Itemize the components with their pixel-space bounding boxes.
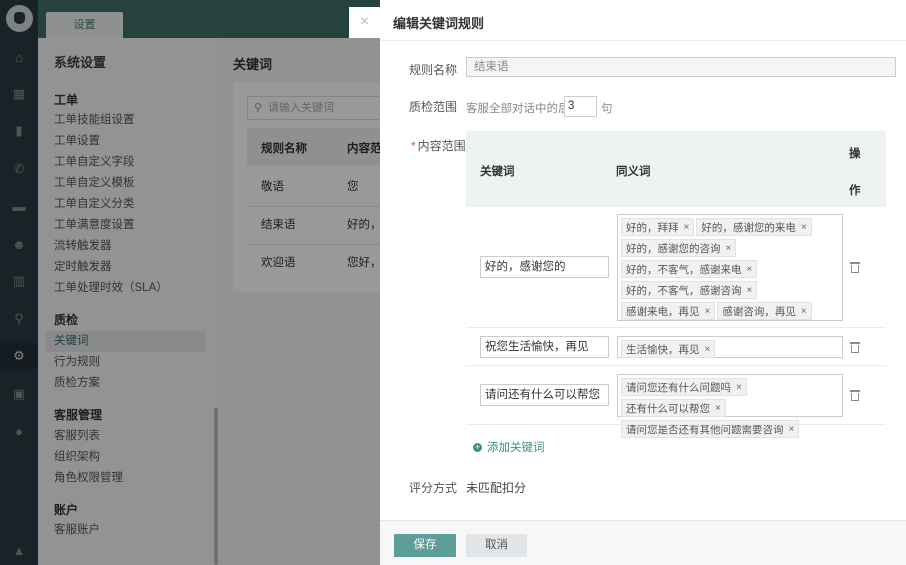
synonym-column-header: 同义词: [616, 166, 651, 178]
save-button[interactable]: 保存: [394, 534, 456, 557]
scoring-label: 评分方式: [409, 481, 458, 495]
scoring-value: 未匹配扣分: [466, 481, 527, 495]
synonym-tag-input[interactable]: 好的，拜拜 × 好的，感谢您的来电 × 好的，感谢您的咨询 × 好的，不客气，感谢来电…: [617, 214, 843, 321]
tag-remove-icon[interactable]: ×: [715, 403, 721, 414]
synonym-tag: 好的，感谢您的咨询 ×: [621, 239, 737, 257]
sentence-count-input[interactable]: 3: [564, 96, 597, 117]
synonym-tag: 生活愉快，再见 ×: [621, 340, 716, 358]
rule-name-input[interactable]: 结束语: [466, 57, 896, 77]
edit-keyword-rule-dialog: 编辑关键词规则 规则名称 结束语 质检范围 客服全部对话中的后 3 句 * 内容范…: [380, 0, 906, 565]
tag-remove-icon[interactable]: ×: [705, 344, 711, 355]
tag-remove-icon[interactable]: ×: [801, 306, 807, 317]
content-scope-text: 内容范围: [417, 139, 466, 153]
add-keyword-label: 添加关键词: [487, 442, 545, 454]
keyword-input[interactable]: 祝您生活愉快，再见: [480, 336, 609, 358]
tag-remove-icon[interactable]: ×: [726, 243, 732, 254]
tag-remove-icon[interactable]: ×: [736, 382, 742, 393]
required-mark: *: [411, 139, 416, 153]
row-divider: [466, 365, 886, 366]
action-column-header: 作: [849, 185, 861, 197]
action-column-header: 操: [849, 148, 861, 160]
synonym-tag: 感谢咨询，再见 ×: [717, 302, 812, 320]
synonym-tag-text: 好的，不客气，感谢咨询: [626, 284, 742, 297]
synonym-tag: 请问您还有什么问题吗 ×: [621, 378, 747, 396]
synonym-tag-input[interactable]: 生活愉快，再见 ×: [617, 336, 843, 358]
synonym-tag-text: 感谢咨询，再见: [722, 305, 796, 318]
scope-suffix: 句: [601, 103, 613, 115]
synonym-tag-text: 好的，感谢您的来电: [701, 221, 796, 234]
tag-remove-icon[interactable]: ×: [747, 264, 753, 275]
synonym-tag-text: 生活愉快，再见: [626, 343, 700, 356]
synonym-tag-text: 好的，感谢您的咨询: [626, 242, 721, 255]
keyword-column-header: 关键词: [480, 166, 515, 178]
synonym-tag: 感谢来电，再见 ×: [621, 302, 716, 320]
synonym-tag: 还有什么可以帮您 ×: [621, 399, 726, 417]
rule-name-label: 规则名称: [409, 63, 458, 77]
synonym-tag-text: 好的，拜拜: [626, 221, 679, 234]
synonym-tag-input[interactable]: 请问您还有什么问题吗 × 还有什么可以帮您 × 请问您是否还有其他问题需要咨询 ×: [617, 374, 843, 438]
keyword-table-header: 关键词 同义词 操 作: [466, 131, 886, 207]
synonym-tag-text: 还有什么可以帮您: [626, 402, 710, 415]
delete-trash-icon[interactable]: [850, 390, 860, 401]
synonym-tag-text: 请问您还有什么问题吗: [626, 381, 731, 394]
close-icon[interactable]: ×: [349, 7, 380, 38]
delete-trash-icon[interactable]: [850, 262, 860, 273]
delete-trash-icon[interactable]: [850, 342, 860, 353]
cancel-button[interactable]: 取消: [466, 534, 527, 557]
keyword-input[interactable]: 好的，感谢您的: [480, 256, 609, 278]
tag-remove-icon[interactable]: ×: [789, 424, 795, 435]
synonym-tag: 好的，拜拜 ×: [621, 218, 695, 236]
dialog-footer: [380, 520, 906, 565]
synonym-tag-text: 感谢来电，再见: [626, 305, 700, 318]
tag-remove-icon[interactable]: ×: [684, 222, 690, 233]
row-divider: [466, 327, 886, 328]
keyword-input[interactable]: 请问还有什么可以帮您: [480, 384, 609, 406]
plus-circle-icon: +: [473, 441, 482, 452]
synonym-tag: 好的，感谢您的来电 ×: [696, 218, 812, 236]
content-scope-label: * 内容范围: [411, 137, 466, 154]
synonym-tag: 好的，不客气，感谢来电 ×: [621, 260, 758, 278]
dialog-title: 编辑关键词规则: [393, 16, 485, 31]
tag-remove-icon[interactable]: ×: [801, 222, 807, 233]
scope-label: 质检范围: [409, 100, 458, 114]
add-keyword-button[interactable]: + 添加关键词: [473, 439, 545, 455]
row-divider: [466, 424, 886, 425]
scope-prefix: 客服全部对话中的后: [466, 103, 570, 115]
synonym-tag: 请问您是否还有其他问题需要咨询 ×: [621, 420, 800, 438]
synonym-tag: 好的，不客气，感谢咨询 ×: [621, 281, 758, 299]
synonym-tag-text: 好的，不客气，感谢来电: [626, 263, 742, 276]
tag-remove-icon[interactable]: ×: [747, 285, 753, 296]
tag-remove-icon[interactable]: ×: [705, 306, 711, 317]
